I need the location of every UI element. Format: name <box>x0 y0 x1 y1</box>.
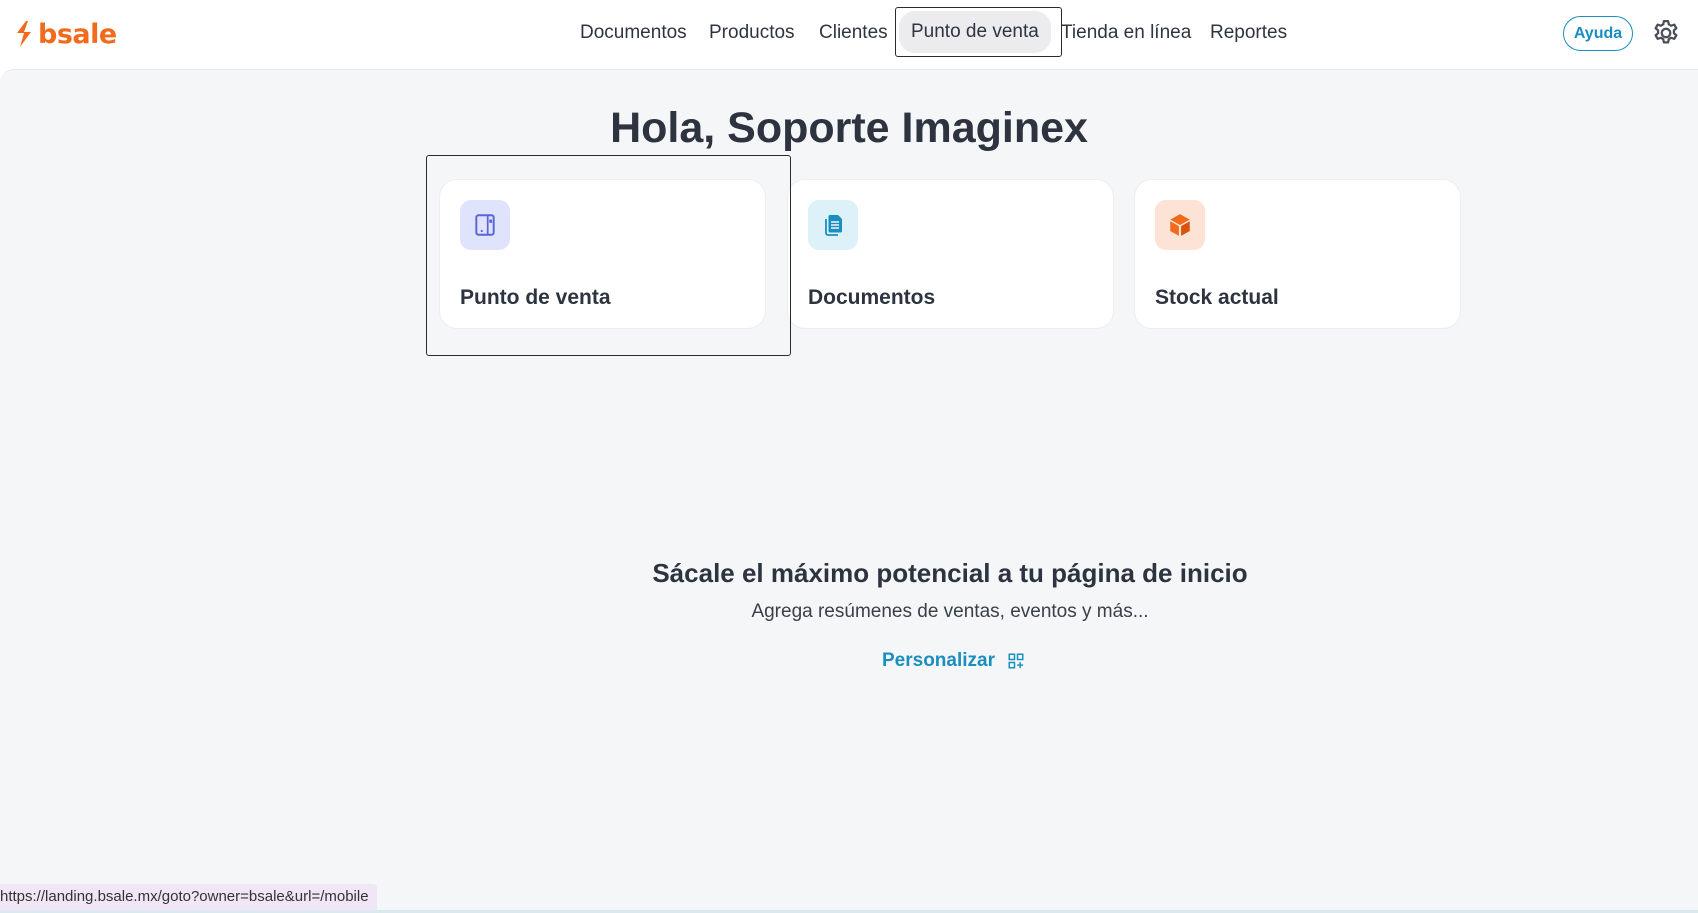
pos-tablet-icon <box>460 200 510 250</box>
shortcut-card-punto-de-venta[interactable]: Punto de venta <box>439 179 766 329</box>
shortcut-card-documentos[interactable]: Documentos <box>787 179 1114 329</box>
nav-item-tienda-en-linea[interactable]: Tienda en línea <box>1061 20 1191 46</box>
nav-item-reportes[interactable]: Reportes <box>1210 20 1287 46</box>
customize-link[interactable]: Personalizar <box>882 648 1025 674</box>
help-button[interactable]: Ayuda <box>1563 16 1633 51</box>
shortcut-card-stock-actual[interactable]: Stock actual <box>1134 179 1461 329</box>
nav-item-productos[interactable]: Productos <box>709 20 795 46</box>
top-navigation-bar: bsale Documentos Productos Clientes Punt… <box>0 0 1698 69</box>
nav-item-documentos[interactable]: Documentos <box>580 20 687 46</box>
add-widget-icon <box>1008 653 1024 669</box>
document-icon <box>808 200 858 250</box>
promo-subtitle: Agrega resúmenes de ventas, eventos y má… <box>751 601 1149 622</box>
box-icon <box>1155 200 1205 250</box>
card-title: Stock actual <box>1155 286 1279 309</box>
greeting-heading: Hola, Soporte Imaginex <box>610 104 1088 152</box>
main-nav: Documentos Productos Clientes Punto de v… <box>0 0 1698 69</box>
status-bar-url: https://landing.bsale.mx/goto?owner=bsal… <box>0 884 377 910</box>
nav-item-punto-de-venta[interactable]: Punto de venta <box>899 11 1051 53</box>
card-title: Punto de venta <box>460 286 611 309</box>
card-title: Documentos <box>808 286 936 309</box>
promo-heading: Sácale el máximo potencial a tu página d… <box>652 558 1248 588</box>
nav-item-clientes[interactable]: Clientes <box>819 20 888 46</box>
gear-icon[interactable] <box>1651 18 1681 48</box>
customize-label: Personalizar <box>882 650 995 671</box>
